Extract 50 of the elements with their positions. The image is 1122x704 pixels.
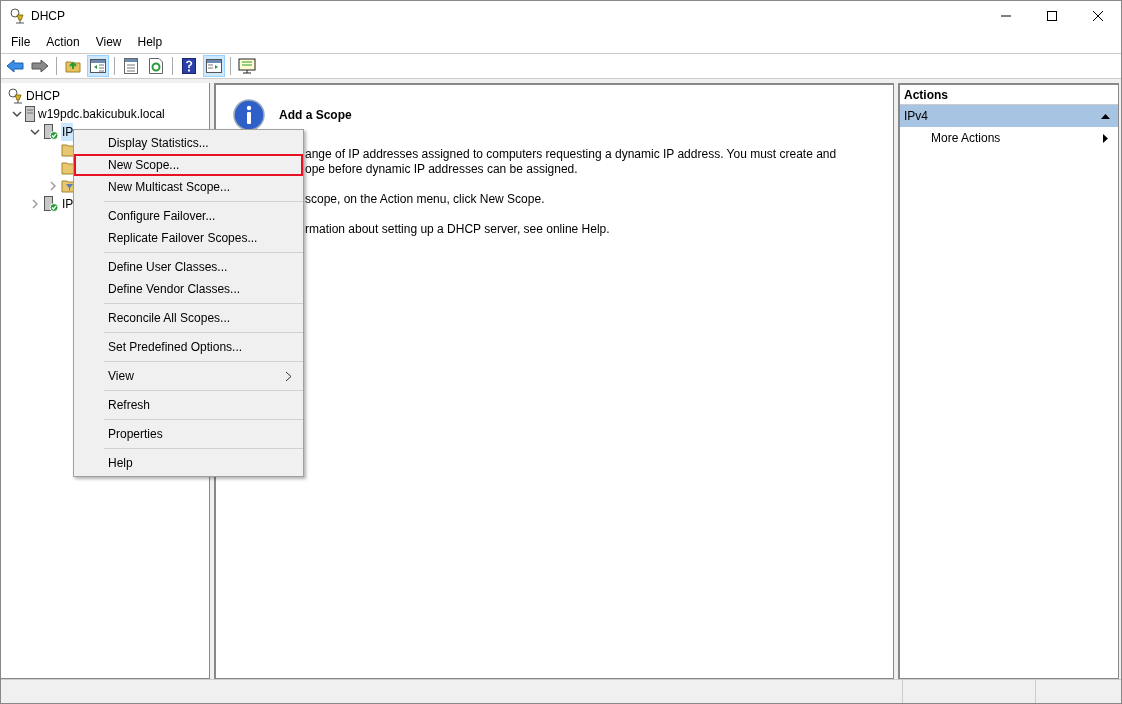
toolbar-button[interactable]	[203, 55, 225, 77]
maximize-icon	[1047, 11, 1057, 21]
context-menu-item[interactable]: Define User Classes...	[74, 256, 303, 278]
context-menu-item[interactable]: Define Vendor Classes...	[74, 278, 303, 300]
tree-pane-icon	[90, 59, 106, 73]
context-menu-item[interactable]: Properties	[74, 423, 303, 445]
action-link[interactable]: More Actions	[900, 127, 1118, 149]
menu-item[interactable]: Action	[40, 33, 86, 51]
tree-item[interactable]: IP	[61, 123, 74, 141]
context-menu-item[interactable]: Set Predefined Options...	[74, 336, 303, 358]
tree-item[interactable]: IP	[61, 195, 74, 213]
menu-item[interactable]: View	[89, 33, 128, 51]
close-icon	[1093, 11, 1103, 21]
context-menu-item[interactable]: Help	[74, 452, 303, 474]
content-text: rmation about setting up a DHCP server, see online Help.	[305, 222, 611, 237]
tree-item[interactable]: DHCP	[25, 87, 60, 105]
info-icon	[233, 99, 265, 131]
server-check-icon	[43, 124, 59, 140]
trophy-icon	[9, 8, 25, 24]
menu-item[interactable]: File	[5, 33, 37, 51]
action-pane-icon	[206, 59, 222, 73]
actions-section-header[interactable]: IPv4	[900, 105, 1118, 127]
toolbar-button[interactable]	[87, 55, 109, 77]
menu-item[interactable]: Help	[131, 33, 169, 51]
window-title: DHCP	[31, 8, 65, 25]
list-icon	[124, 58, 138, 74]
server-icon	[25, 106, 35, 122]
content-heading: Add a Scope	[279, 107, 352, 124]
context-menu-item[interactable]: Replicate Failover Scopes...	[74, 227, 303, 249]
context-menu-item[interactable]: View	[74, 365, 303, 387]
context-menu-item[interactable]: Display Statistics...	[74, 132, 303, 154]
context-menu-item[interactable]: New Scope...	[74, 154, 303, 176]
help-icon	[182, 58, 196, 74]
back-arrow-icon	[6, 59, 24, 73]
tree-item[interactable]: w19pdc.bakicubuk.local	[37, 105, 165, 123]
monitor-icon	[238, 58, 256, 74]
actions-title: Actions	[904, 86, 948, 104]
content-text: ope before dynamic IP addresses can be assigned.	[305, 162, 579, 177]
context-menu-item[interactable]: New Multicast Scope...	[74, 176, 303, 198]
content-text: scope, on the Action menu, click New Scope.	[305, 192, 546, 207]
content-text: ange of IP addresses assigned to computers requesting a dynamic IP address. You must create and	[305, 147, 838, 162]
trophy-icon	[7, 88, 23, 104]
context-menu-item[interactable]: Refresh	[74, 394, 303, 416]
context-menu-item[interactable]: Configure Failover...	[74, 205, 303, 227]
context-menu-item[interactable]: Reconcile All Scopes...	[74, 307, 303, 329]
folder-up-icon	[65, 59, 81, 73]
forward-arrow-icon	[31, 59, 49, 73]
server-check-icon	[43, 196, 59, 212]
collapse-triangle-icon	[1101, 113, 1110, 119]
refresh-icon	[149, 58, 163, 74]
